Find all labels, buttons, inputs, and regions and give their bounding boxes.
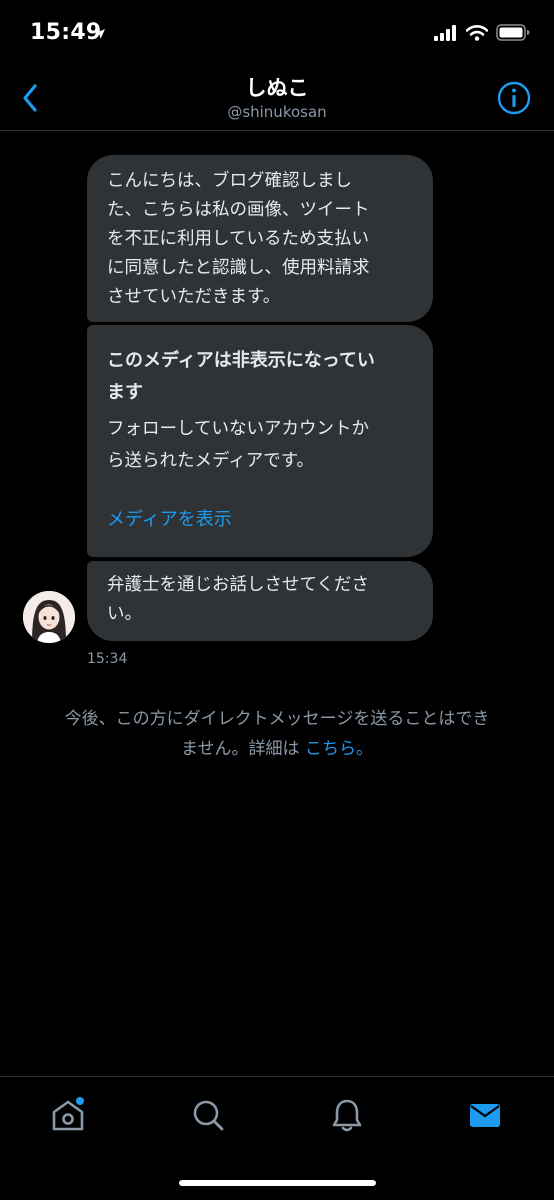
conversation-header: しぬこ @shinukosan <box>0 66 554 131</box>
message-line: い。 <box>107 604 142 624</box>
message-bubble[interactable]: こんにちは、ブログ確認しまし た、こちらは私の画像、ツイート を不正に利用してい… <box>87 155 433 322</box>
status-icons <box>434 24 530 45</box>
hidden-media-title: このメディアは非表示になってい ます <box>107 345 417 409</box>
conversation-handle[interactable]: @shinukosan <box>0 103 554 121</box>
info-icon <box>497 81 531 115</box>
cellular-signal-icon <box>434 24 458 45</box>
message-bubble[interactable]: 弁護士を通じお話しさせてくださ い。 <box>87 561 433 641</box>
tab-messages[interactable] <box>465 1095 505 1135</box>
tab-home[interactable] <box>48 1095 88 1135</box>
search-icon <box>193 1100 224 1131</box>
notice-text: ません。詳細は <box>181 739 305 759</box>
message-timestamp: 15:34 <box>87 651 128 667</box>
message-line: に同意したと認識し、使用料請求 <box>107 258 370 278</box>
message-line: を不正に利用しているため支払い <box>107 229 369 249</box>
hidden-media-desc-line: フォローしていないアカウントか <box>107 419 369 439</box>
hidden-media-bubble: このメディアは非表示になってい ます フォローしていないアカウントか ら送られた… <box>87 325 433 557</box>
info-button[interactable] <box>496 80 532 116</box>
hidden-media-title-line: このメディアは非表示になってい <box>107 350 375 371</box>
notice-line: 今後、この方にダイレクトメッセージを送ることはでき <box>64 709 490 729</box>
sender-avatar[interactable] <box>23 591 75 643</box>
notice-line-2: ません。詳細は こちら。 <box>10 734 544 764</box>
home-indicator <box>179 1180 376 1186</box>
dm-restriction-notice: 今後、この方にダイレクトメッセージを送ることはでき ません。詳細は こちら。 <box>10 704 544 764</box>
notifications-bell-icon <box>332 1099 362 1132</box>
tab-search[interactable] <box>188 1095 228 1135</box>
status-bar: 15:49 <box>0 0 554 66</box>
hidden-media-description: フォローしていないアカウントか ら送られたメディアです。 <box>107 413 417 477</box>
hidden-media-title-line: ます <box>107 382 143 403</box>
home-icon <box>52 1097 84 1131</box>
tab-notifications[interactable] <box>327 1095 367 1135</box>
hidden-media-desc-line: ら送られたメディアです。 <box>107 451 315 471</box>
location-arrow-icon <box>94 25 106 44</box>
message-line: させていただきます。 <box>107 287 281 307</box>
conversation-title[interactable]: しぬこ <box>0 72 554 102</box>
learn-more-link[interactable]: こちら。 <box>305 739 373 759</box>
battery-icon <box>496 24 530 45</box>
messages-envelope-icon <box>470 1104 500 1127</box>
wifi-icon <box>465 24 489 45</box>
message-line: た、こちらは私の画像、ツイート <box>107 200 370 220</box>
message-line: 弁護士を通じお話しさせてくださ <box>107 575 369 595</box>
message-line: こんにちは、ブログ確認しまし <box>107 171 352 191</box>
show-media-link[interactable]: メディアを表示 <box>107 505 232 534</box>
status-time: 15:49 <box>30 20 102 45</box>
